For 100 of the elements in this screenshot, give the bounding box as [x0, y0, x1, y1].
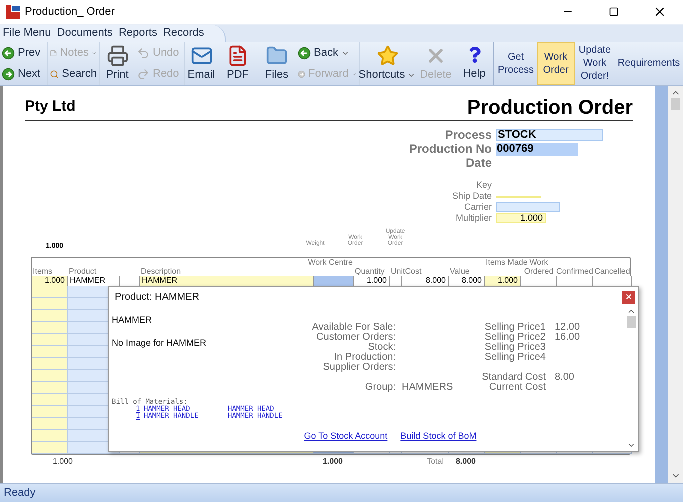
toolbar-button[interactable]: Help	[457, 42, 492, 85]
ship-date-field[interactable]	[496, 194, 541, 198]
price-label: Current Cost	[489, 382, 546, 393]
table-cell[interactable]: 1.000	[485, 276, 521, 286]
printer-icon	[106, 45, 128, 67]
toolbar-button[interactable]: Work Order	[537, 42, 575, 85]
total-value: 1.000	[322, 456, 344, 468]
column-header: Product	[69, 266, 97, 276]
table-cell[interactable]	[32, 322, 68, 334]
column-header: UnitCost	[391, 266, 422, 276]
right-arrow-icon	[2, 68, 15, 80]
stat-label: Stock:	[368, 342, 396, 353]
table-cell[interactable]	[32, 310, 68, 322]
close-button[interactable]	[622, 290, 635, 304]
table-cell[interactable]	[32, 382, 68, 394]
toolbar-button[interactable]: Get Process	[495, 42, 537, 85]
toolbar-button[interactable]: Prev	[0, 43, 47, 63]
maximize-icon	[609, 7, 619, 17]
production-number-field[interactable]: 000769	[496, 142, 578, 156]
price-value: 8.00	[555, 372, 574, 383]
toolbar-button[interactable]: Next	[0, 64, 47, 84]
redo-icon	[137, 68, 150, 80]
price-label: Selling Price4	[484, 352, 546, 363]
field-label: Date	[464, 156, 492, 170]
left-arrow-icon	[2, 46, 15, 60]
toolbar-button[interactable]: Back	[296, 43, 359, 63]
close-icon	[653, 5, 667, 19]
toolbar-button[interactable]: PDF	[218, 42, 258, 85]
price-label: Selling Price3	[484, 342, 546, 353]
undo-icon	[137, 46, 150, 60]
scroll-thumb[interactable]	[626, 316, 636, 328]
left-arrow-icon	[298, 46, 311, 60]
total-value: 8.000	[456, 456, 476, 468]
image-note: No Image for HAMMER	[112, 336, 208, 350]
price-label: Standard Cost	[482, 372, 546, 383]
table-cell[interactable]	[32, 418, 68, 430]
price-label: Selling Price2	[484, 332, 546, 343]
process-field[interactable]: STOCK	[496, 129, 603, 141]
toolbar-button[interactable]: Files	[258, 42, 296, 85]
price-value: 16.00	[555, 332, 580, 343]
table-cell[interactable]: HAMMER	[68, 276, 120, 286]
column-header: Description	[141, 266, 182, 276]
menu-item[interactable]: File Menu	[0, 25, 54, 42]
menu-item[interactable]: Records	[160, 25, 208, 42]
table-cell[interactable]	[32, 346, 68, 358]
stat-label: Customer Orders:	[316, 332, 396, 343]
column-header: Cancelled	[594, 266, 630, 276]
search-icon	[50, 68, 60, 80]
column-header: Quantity	[355, 266, 385, 276]
popup-link[interactable]: Build Stock of BoM	[400, 430, 477, 444]
toolbar-button[interactable]: Shortcuts	[360, 42, 415, 85]
star-icon	[376, 45, 398, 67]
field-label: Ship Date	[451, 190, 492, 200]
window-title: Production_ Order	[25, 4, 115, 20]
table-cell[interactable]	[314, 276, 354, 286]
table-cell[interactable]	[32, 286, 68, 298]
scrollbar[interactable]	[668, 86, 683, 483]
total-value: 1.000	[52, 456, 73, 468]
close-icon	[624, 293, 632, 301]
carrier-field[interactable]	[496, 202, 560, 212]
popup-title: Product: HAMMER	[115, 290, 200, 304]
toolbar-button[interactable]: Update Work Order!	[575, 42, 615, 85]
column-header: Items Made	[486, 258, 528, 266]
mail-icon	[190, 45, 212, 67]
toolbar-button[interactable]: Email	[185, 42, 218, 85]
product-name: HAMMER	[112, 314, 153, 327]
field-label: Production No	[409, 142, 492, 156]
toolbar-button[interactable]: Print	[100, 42, 135, 85]
group-label: Group:	[365, 382, 396, 393]
table-cell[interactable]: HAMMER	[140, 276, 314, 286]
table-cell[interactable]	[32, 406, 68, 418]
status-text: Ready	[4, 486, 36, 501]
group-value: HAMMERS	[402, 382, 454, 393]
column-header: Value	[450, 266, 470, 276]
column-header: Items	[33, 266, 53, 276]
table-cell[interactable]	[32, 394, 68, 406]
table-cell[interactable]	[32, 298, 68, 310]
table-cell[interactable]	[32, 370, 68, 382]
table-cell[interactable]	[32, 358, 68, 370]
scroll-thumb[interactable]	[671, 98, 680, 110]
toolbar-button[interactable]: Search	[48, 64, 99, 84]
menu-item[interactable]: Documents	[54, 25, 116, 42]
table-cell[interactable]	[32, 430, 68, 442]
table-cell[interactable]	[32, 442, 68, 454]
popup-link[interactable]: Go To Stock Account	[304, 430, 388, 444]
menu-item[interactable]: Reports	[116, 25, 160, 42]
stat-label: In Production:	[334, 352, 396, 363]
price-label: Selling Price1	[484, 322, 546, 333]
table-cell[interactable]: 1.000	[32, 276, 68, 286]
column-header: Confirmed	[556, 266, 594, 276]
field-label: Key	[475, 180, 492, 190]
folder-icon	[266, 45, 288, 67]
toolbar-button[interactable]: Requirements	[615, 42, 683, 85]
price-value: 12.00	[555, 322, 580, 333]
table-cell[interactable]	[32, 334, 68, 346]
stat-label: Supplier Orders:	[323, 362, 396, 373]
company-name: Pty Ltd	[25, 97, 76, 117]
multiplier-field[interactable]: 1.000	[496, 212, 546, 222]
column-header: Work Centre	[308, 258, 353, 266]
field-label: Process	[444, 128, 492, 142]
